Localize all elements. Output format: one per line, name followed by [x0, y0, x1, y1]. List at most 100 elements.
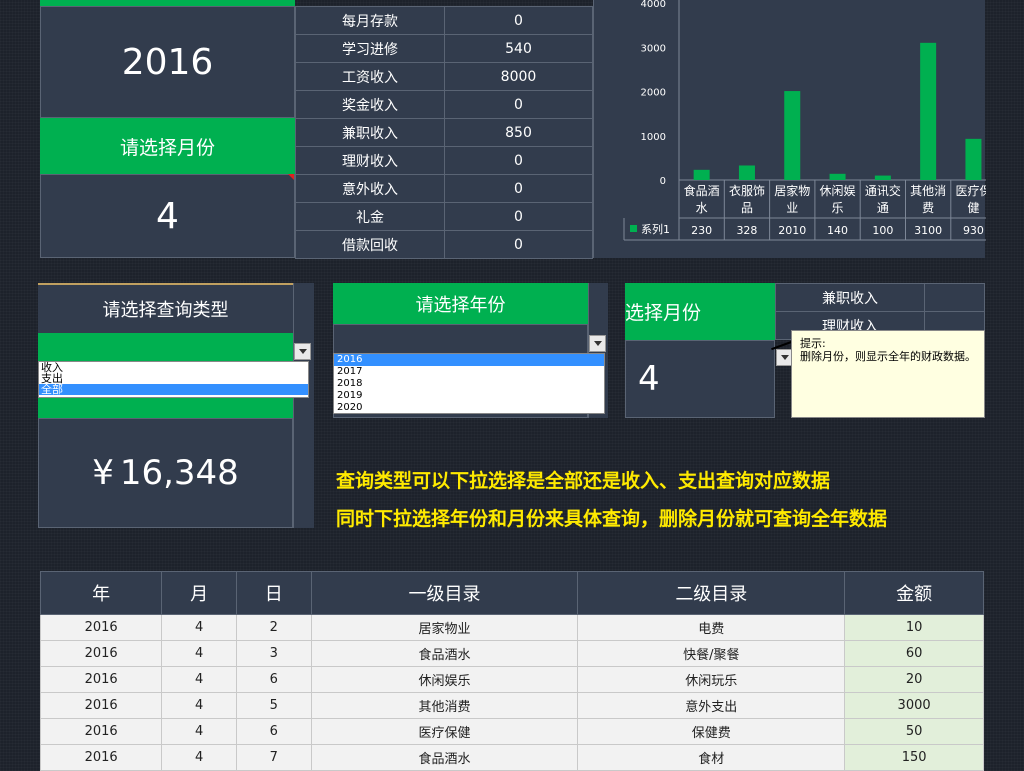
income-row: 工资收入 8000 — [295, 62, 593, 91]
category-label: 休闲娱 — [820, 184, 856, 198]
month-tooltip: 提示: 删除月份，则显示全年的财政数据。 — [791, 330, 985, 418]
table-cell[interactable]: 居家物业 — [310, 614, 579, 641]
income-value[interactable]: 850 — [444, 118, 593, 147]
table-cell[interactable]: 4 — [161, 640, 237, 667]
category-label: 品 — [741, 201, 753, 215]
query-type-option[interactable]: 收入 — [39, 362, 308, 373]
category-label: 健 — [967, 201, 979, 215]
query-type-dropdown-button[interactable] — [294, 343, 311, 360]
table-cell[interactable]: 休闲玩乐 — [577, 666, 846, 693]
month-display[interactable]: 4 — [40, 174, 295, 258]
year-display[interactable]: 2016 — [40, 6, 295, 118]
income-label: 借款回收 — [295, 230, 445, 259]
column-header[interactable]: 二级目录 — [577, 571, 846, 615]
income-row: 礼金 0 — [295, 202, 593, 231]
table-cell[interactable]: 50 — [844, 718, 984, 745]
bar — [965, 138, 982, 180]
year-option[interactable]: 2020 — [334, 402, 604, 414]
column-header[interactable]: 年 — [39, 571, 163, 615]
table-cell[interactable]: 2016 — [39, 692, 163, 719]
table-cell[interactable]: 3 — [235, 640, 312, 667]
table-cell[interactable]: 电费 — [577, 614, 846, 641]
income-value[interactable]: 0 — [444, 230, 593, 259]
query-type-option[interactable]: 全部 — [39, 384, 308, 395]
year-dropdown-button[interactable] — [589, 335, 606, 352]
table-cell[interactable]: 2016 — [39, 666, 163, 693]
table-cell[interactable]: 6 — [235, 666, 312, 693]
table-row: 2016 4 2 居家物业 电费 10 — [39, 614, 984, 641]
year-option[interactable]: 2018 — [334, 378, 604, 390]
table-cell[interactable]: 2 — [235, 614, 312, 641]
year-option[interactable]: 2016 — [334, 354, 604, 366]
table-cell[interactable]: 食材 — [577, 744, 846, 771]
table-cell[interactable]: 6 — [235, 718, 312, 745]
table-cell[interactable]: 4 — [161, 614, 237, 641]
y-tick-label: 2000 — [641, 88, 666, 99]
bar — [784, 91, 801, 180]
income-value[interactable]: 540 — [444, 34, 593, 63]
category-label: 通 — [877, 201, 889, 215]
income-label: 礼金 — [295, 202, 445, 231]
table-cell[interactable]: 2016 — [39, 640, 163, 667]
side-row-label: 兼职收入 — [775, 283, 925, 312]
y-tick-label: 4000 — [641, 0, 666, 10]
query-type-option[interactable]: 支出 — [39, 373, 308, 384]
table-cell[interactable]: 其他消费 — [310, 692, 579, 719]
income-value[interactable]: 0 — [444, 146, 593, 175]
table-cell[interactable]: 10 — [844, 614, 984, 641]
column-header[interactable]: 一级目录 — [310, 571, 579, 615]
year-select-label: 请选择年份 — [333, 283, 588, 324]
table-cell[interactable]: 5 — [235, 692, 312, 719]
month-select-cell[interactable]: 4 — [625, 340, 775, 418]
month-select-label: 选择月份 — [625, 283, 775, 340]
income-value[interactable]: 0 — [444, 202, 593, 231]
column-header[interactable]: 日 — [235, 571, 312, 615]
table-cell[interactable]: 150 — [844, 744, 984, 771]
income-row: 借款回收 0 — [295, 230, 593, 259]
income-label: 每月存款 — [295, 6, 445, 35]
year-option[interactable]: 2017 — [334, 366, 604, 378]
table-cell[interactable]: 60 — [844, 640, 984, 667]
table-cell[interactable]: 7 — [235, 744, 312, 771]
side-row-value — [924, 283, 985, 312]
table-cell[interactable]: 4 — [161, 692, 237, 719]
table-cell[interactable]: 4 — [161, 666, 237, 693]
year-option[interactable]: 2019 — [334, 390, 604, 402]
legend-swatch — [630, 225, 637, 232]
y-tick-label: 3000 — [641, 43, 666, 54]
value-label: 100 — [872, 224, 893, 237]
value-label: 230 — [691, 224, 712, 237]
income-value[interactable]: 0 — [444, 90, 593, 119]
table-cell[interactable]: 食品酒水 — [310, 744, 579, 771]
table-cell[interactable]: 2016 — [39, 614, 163, 641]
income-value[interactable]: 0 — [444, 174, 593, 203]
income-row: 学习进修 540 — [295, 34, 593, 63]
bar — [738, 165, 755, 180]
category-label: 乐 — [832, 201, 844, 215]
table-cell[interactable]: 4 — [161, 744, 237, 771]
query-type-dropdown-list[interactable]: 收入 支出 全部 — [38, 361, 309, 398]
table-cell[interactable]: 休闲娱乐 — [310, 666, 579, 693]
table-cell[interactable]: 医疗保健 — [310, 718, 579, 745]
table-cell[interactable]: 2016 — [39, 744, 163, 771]
value-label: 328 — [736, 224, 757, 237]
side-column — [293, 283, 314, 528]
table-cell[interactable]: 快餐/聚餐 — [577, 640, 846, 667]
year-dropdown-list[interactable]: 2016 2017 2018 2019 2020 — [333, 353, 605, 414]
income-table: 每月存款 0 学习进修 540 工资收入 8000 奖金收入 0 兼职收入 850 理财收入 0 意外收… — [295, 6, 593, 259]
table-cell[interactable]: 4 — [161, 718, 237, 745]
table-cell[interactable]: 意外支出 — [577, 692, 846, 719]
income-label: 意外收入 — [295, 174, 445, 203]
table-cell[interactable]: 保健费 — [577, 718, 846, 745]
table-cell[interactable]: 20 — [844, 666, 984, 693]
income-value[interactable]: 8000 — [444, 62, 593, 91]
tooltip-text: 删除月份，则显示全年的财政数据。 — [800, 350, 976, 363]
table-cell[interactable]: 食品酒水 — [310, 640, 579, 667]
table-cell[interactable]: 2016 — [39, 718, 163, 745]
expense-bar-chart: 0 1000 2000 3000 4000 食品酒水 230 衣服饰品 328 居家物业 2010 休… — [593, 0, 986, 258]
column-header[interactable]: 金额 — [844, 571, 984, 615]
column-header[interactable]: 月 — [161, 571, 237, 615]
income-row: 兼职收入 850 — [295, 118, 593, 147]
table-cell[interactable]: 3000 — [844, 692, 984, 719]
income-value[interactable]: 0 — [444, 6, 593, 35]
